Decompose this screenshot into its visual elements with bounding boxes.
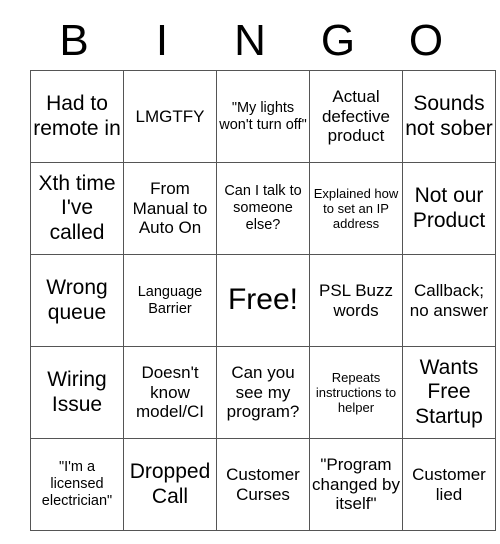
bingo-cell[interactable]: Not our Product — [402, 162, 496, 255]
bingo-cell[interactable]: Can I talk to someone else? — [216, 162, 310, 255]
header-letter-b: B — [59, 16, 89, 65]
bingo-cell[interactable]: Can you see my program? — [216, 346, 310, 439]
bingo-cell[interactable]: Explained how to set an IP address — [309, 162, 403, 255]
bingo-row: Xth time I've called From Manual to Auto… — [30, 162, 496, 255]
bingo-row: "I'm a licensed electrician" Dropped Cal… — [30, 438, 496, 531]
bingo-cell[interactable]: Dropped Call — [123, 438, 217, 531]
bingo-row: Wrong queue Language Barrier Free! PSL B… — [30, 254, 496, 347]
bingo-cell[interactable]: "Program changed by itself" — [309, 438, 403, 531]
bingo-cell[interactable]: PSL Buzz words — [309, 254, 403, 347]
bingo-cell[interactable]: Customer lied — [402, 438, 496, 531]
bingo-cell[interactable]: "My lights won't turn off" — [216, 70, 310, 163]
bingo-cell[interactable]: Actual defective product — [309, 70, 403, 163]
bingo-cell[interactable]: Doesn't know model/CI — [123, 346, 217, 439]
bingo-card: B I N G O Had to remote in LMGTFY "My li… — [0, 0, 500, 544]
bingo-cell[interactable]: Callback; no answer — [402, 254, 496, 347]
bingo-cell[interactable]: Wants Free Startup — [402, 346, 496, 439]
header-letter-o: O — [408, 16, 444, 65]
header-letter-i: I — [155, 16, 169, 65]
bingo-header: B I N G O — [30, 14, 470, 68]
bingo-cell[interactable]: Language Barrier — [123, 254, 217, 347]
bingo-cell[interactable]: Wiring Issue — [30, 346, 124, 439]
bingo-cell-free[interactable]: Free! — [216, 254, 310, 347]
bingo-row: Had to remote in LMGTFY "My lights won't… — [30, 70, 496, 163]
bingo-cell[interactable]: Repeats instructions to helper — [309, 346, 403, 439]
bingo-cell[interactable]: Xth time I've called — [30, 162, 124, 255]
bingo-cell[interactable]: Sounds not sober — [402, 70, 496, 163]
bingo-cell[interactable]: From Manual to Auto On — [123, 162, 217, 255]
bingo-row: Wiring Issue Doesn't know model/CI Can y… — [30, 346, 496, 439]
header-letter-n: N — [234, 16, 266, 65]
bingo-cell[interactable]: Customer Curses — [216, 438, 310, 531]
bingo-cell[interactable]: "I'm a licensed electrician" — [30, 438, 124, 531]
bingo-cell[interactable]: Had to remote in — [30, 70, 124, 163]
bingo-cell[interactable]: Wrong queue — [30, 254, 124, 347]
bingo-cell[interactable]: LMGTFY — [123, 70, 217, 163]
bingo-grid: Had to remote in LMGTFY "My lights won't… — [30, 70, 496, 531]
header-letter-g: G — [320, 16, 356, 65]
